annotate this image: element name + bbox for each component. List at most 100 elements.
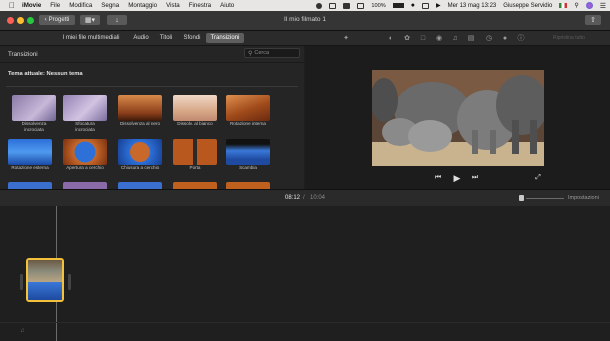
clip-audio-waveform [28, 282, 62, 300]
transition-label: Dissolvenza al nero [119, 121, 161, 126]
noise-reduction-icon[interactable]: ▤ [467, 34, 475, 42]
clip-filter-icon[interactable]: ● [501, 34, 509, 42]
divider [6, 86, 298, 87]
transition-item[interactable]: Dissolvenza al nero [112, 95, 168, 127]
clip-thumbnail [28, 260, 62, 282]
siri-icon[interactable] [585, 2, 593, 9]
tab-transitions[interactable]: Transizioni [206, 33, 244, 43]
tab-titles[interactable]: Titoli [156, 33, 176, 43]
transition-thumbnail[interactable] [63, 182, 107, 189]
time-separator: / [303, 195, 305, 201]
timeline-header: 08:12 / 10:04 Impostazioni [0, 189, 610, 207]
title-bar: ‹ Progetti ▦▾ ↓ Il mio filmato 1 ⇧ [0, 11, 610, 31]
window-title: Il mio filmato 1 [284, 16, 326, 23]
adjustment-toolbar: ✦ ◐ ✿ □ ◉ ♫ ▤ ◷ ● ⓘ Ripristina tutto [305, 31, 610, 46]
tab-my-media[interactable]: I miei file multimediali [60, 33, 122, 43]
transition-item[interactable]: Scambia [220, 139, 276, 171]
total-time: 10:04 [310, 195, 326, 201]
color-correction-icon[interactable]: ✿ [403, 34, 411, 42]
airplay-icon[interactable] [421, 2, 429, 9]
transition-item[interactable]: Porta [167, 139, 223, 171]
status-app-icon[interactable] [343, 2, 351, 9]
transition-thumbnail[interactable] [173, 182, 217, 189]
menu-montaggio[interactable]: Montaggio [128, 2, 157, 9]
search-placeholder: Cerca [254, 50, 270, 56]
transition-item[interactable]: Apertura a cerchio [57, 139, 113, 171]
browser-header: Transizioni ⚲ Cerca [0, 46, 304, 63]
volume-icon[interactable]: ▶ [436, 2, 441, 9]
clock[interactable]: Mer 13 mag 13:23 [448, 3, 497, 9]
share-icon: ⇧ [590, 17, 596, 24]
browser-section-title: Transizioni [8, 51, 38, 58]
battery-icon[interactable] [392, 3, 404, 8]
transition-label: Sfocatura incrociata [75, 121, 95, 132]
reset-all-button[interactable]: Ripristina tutto [553, 35, 585, 41]
menu-vista[interactable]: Vista [166, 2, 180, 9]
search-icon[interactable]: ⚲ [574, 2, 578, 9]
timeline[interactable]: ♫ [0, 206, 610, 341]
transition-label: Dissolv. al bianco [177, 121, 213, 126]
status-app-icon[interactable] [329, 2, 337, 9]
transition-item[interactable]: Dissolvenza incrociata [6, 95, 62, 132]
transition-thumbnail [226, 95, 270, 121]
elephants-image [372, 70, 544, 166]
transition-label: Rotazione esterna [11, 165, 49, 170]
transition-thumbnail[interactable] [226, 182, 270, 189]
color-balance-icon[interactable]: ◐ [387, 34, 395, 42]
menu-modifica[interactable]: Modifica [69, 2, 92, 9]
video-preview[interactable] [372, 70, 544, 166]
transition-thumbnail [12, 95, 56, 121]
menu-aiuto[interactable]: Aiuto [220, 2, 234, 9]
transition-item[interactable]: Chiusura a cerchio [112, 139, 168, 171]
current-theme-label: Tema attuale: Nessun tema [8, 71, 83, 77]
search-icon: ⚲ [248, 50, 253, 57]
clip-trim-handle-right[interactable] [68, 274, 71, 290]
tab-backgrounds[interactable]: Sfondi [180, 33, 204, 43]
track-divider [0, 322, 610, 323]
viewer: ⏮ ▶ ⏭ ⤢ [305, 46, 610, 189]
battery-percent[interactable]: 100% [371, 3, 385, 9]
status-app-icon[interactable] [357, 2, 365, 9]
menu-imovie[interactable]: iMovie [22, 2, 41, 9]
transition-thumbnail[interactable] [8, 182, 52, 189]
flag-icon[interactable] [559, 3, 568, 8]
stabilization-icon[interactable]: ◉ [435, 34, 443, 42]
video-clip[interactable] [26, 258, 64, 302]
status-icon[interactable] [316, 2, 323, 9]
transition-item[interactable]: Rotazione esterna [2, 139, 58, 171]
settings-button[interactable]: Impostazioni [568, 195, 599, 201]
audio-waveform-icon: ♫ [20, 328, 25, 334]
skip-forward-button[interactable]: ⏭ [470, 173, 480, 183]
user-name[interactable]: Giuseppe Servidio [503, 3, 552, 9]
menu-finestra[interactable]: Finestra [189, 2, 211, 9]
control-center-icon[interactable]: ☰ [600, 2, 606, 10]
magic-wand-icon[interactable]: ✦ [342, 34, 350, 42]
clip-trim-handle-left[interactable] [20, 274, 23, 290]
share-button[interactable]: ⇧ [585, 15, 601, 25]
search-input[interactable]: ⚲ Cerca [244, 48, 300, 58]
transition-thumbnail[interactable] [118, 182, 162, 189]
transition-item[interactable]: Dissolv. al bianco [167, 95, 223, 127]
transition-thumbnail [173, 139, 217, 165]
volume-icon[interactable]: ♫ [451, 34, 459, 42]
tab-audio[interactable]: Audio [129, 33, 153, 43]
zoom-slider[interactable] [526, 198, 564, 199]
menu-segna[interactable]: Segna [101, 2, 119, 9]
crop-icon[interactable]: □ [419, 34, 427, 42]
transition-item[interactable]: Sfocatura incrociata [57, 95, 113, 132]
transition-label: Chiusura a cerchio [120, 165, 160, 170]
transition-thumbnail [173, 95, 217, 121]
wifi-icon[interactable]: ● [411, 2, 415, 9]
current-time: 08:12 [285, 195, 301, 201]
menu-file[interactable]: File [50, 2, 60, 9]
apple-icon[interactable]:  [8, 1, 16, 10]
play-button[interactable]: ▶ [451, 172, 463, 184]
info-icon[interactable]: ⓘ [517, 34, 525, 42]
menu-bar:  iMovie File Modifica Segna Montaggio V… [0, 0, 610, 11]
transition-item[interactable]: Rotazione interna [220, 95, 276, 127]
fullscreen-icon[interactable]: ⤢ [533, 173, 543, 183]
speed-icon[interactable]: ◷ [485, 34, 493, 42]
transition-thumbnail [8, 139, 52, 165]
media-tabs: I miei file multimediali Audio Titoli Sf… [0, 31, 305, 46]
skip-back-button[interactable]: ⏮ [433, 173, 443, 183]
